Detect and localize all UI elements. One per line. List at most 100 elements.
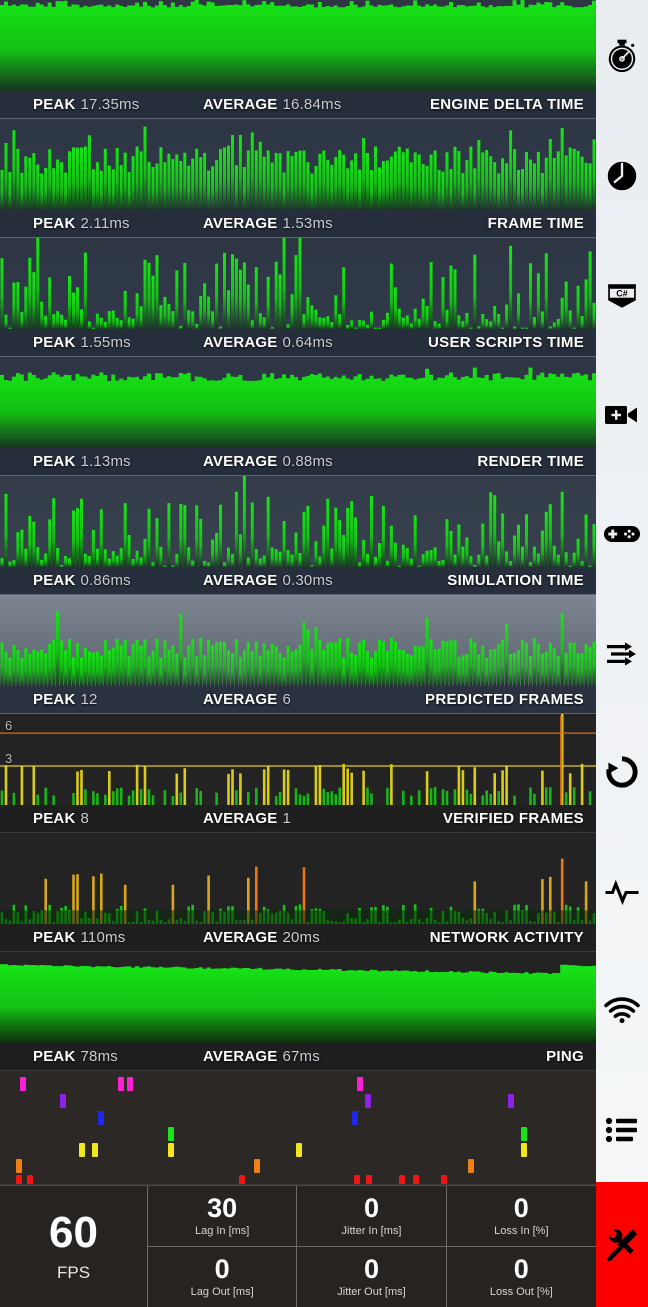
stat-cell-loss-out[interactable]: 0 Loss Out [%]: [447, 1247, 596, 1307]
panel-label-verified-frames: PEAK 8 AVERAGE 1 VERIFIED FRAMES: [0, 805, 596, 832]
wifi-icon: [604, 996, 640, 1024]
panel-title-network-activity: NETWORK ACTIVITY: [429, 929, 584, 946]
sidebar-item-list[interactable]: [596, 1104, 648, 1156]
event-marker-red: [27, 1175, 33, 1184]
peak-stat-frame-time: PEAK 2.11ms: [33, 215, 130, 232]
average-stat-verified-frames: AVERAGE 1: [203, 810, 291, 827]
event-marker-red: [366, 1175, 372, 1184]
peak-key: PEAK: [33, 96, 76, 113]
panel-label-user-scripts-time: PEAK 1.55ms AVERAGE 0.64ms USER SCRIPTS TIME: [0, 329, 596, 356]
panel-title-ping: PING: [546, 1048, 584, 1065]
sidebar-item-clock[interactable]: [596, 150, 648, 202]
sidebar-item-csharp[interactable]: C#: [596, 270, 648, 322]
svg-text:C#: C#: [616, 288, 627, 298]
stat-value: 30: [207, 1193, 238, 1224]
peak-value: 1.13ms: [80, 453, 131, 470]
average-value: 1.53ms: [282, 215, 333, 232]
peak-value: 2.11ms: [80, 215, 130, 232]
average-key: AVERAGE: [203, 334, 278, 351]
peak-stat-network-activity: PEAK 110ms: [33, 929, 125, 946]
sidebar-item-gamepad[interactable]: [596, 508, 648, 560]
panel-title-user-scripts-time: USER SCRIPTS TIME: [428, 334, 584, 351]
peak-key: PEAK: [33, 334, 76, 351]
average-stat-render-time: AVERAGE 0.88ms: [203, 453, 333, 470]
panel-label-simulation-time: PEAK 0.86ms AVERAGE 0.30ms SIMULATION TIME: [0, 567, 596, 594]
event-marker-yellow: [296, 1143, 302, 1157]
average-key: AVERAGE: [203, 96, 278, 113]
stat-label: Lag In [ms]: [194, 1225, 250, 1238]
network-arrows-icon: [604, 639, 640, 669]
event-marker-strip[interactable]: [0, 1071, 596, 1185]
axis-tick-verified-frames-0: 6: [5, 718, 13, 734]
stat-label: Jitter In [ms]: [341, 1225, 402, 1238]
graph-panel-user-scripts-time[interactable]: PEAK 1.55ms AVERAGE 0.64ms USER SCRIPTS TIME: [0, 238, 596, 357]
event-marker-orange: [468, 1159, 474, 1173]
graph-panel-network-activity[interactable]: PEAK 110ms AVERAGE 20ms NETWORK ACTIVITY: [0, 833, 596, 952]
panel-label-render-time: PEAK 1.13ms AVERAGE 0.88ms RENDER TIME: [0, 448, 596, 475]
average-key: AVERAGE: [203, 572, 278, 589]
event-marker-red: [354, 1175, 360, 1184]
average-value: 1: [282, 810, 292, 827]
gamepad-add-icon: [603, 522, 641, 546]
panel-label-network-activity: PEAK 110ms AVERAGE 20ms NETWORK ACTIVITY: [0, 924, 596, 951]
average-stat-network-activity: AVERAGE 20ms: [203, 929, 320, 946]
stat-cell-jitter-in-ms[interactable]: 0 Jitter In [ms]: [297, 1186, 447, 1247]
panel-title-simulation-time: SIMULATION TIME: [447, 572, 584, 589]
event-marker-blue: [352, 1111, 358, 1125]
peak-key: PEAK: [33, 691, 76, 708]
peak-key: PEAK: [33, 929, 76, 946]
sidebar-item-stopwatch[interactable]: [596, 30, 648, 82]
event-marker-yellow: [168, 1143, 174, 1157]
average-key: AVERAGE: [203, 691, 278, 708]
event-marker-purple: [365, 1094, 371, 1108]
event-marker-orange: [254, 1159, 260, 1173]
fps-value: 60: [49, 1207, 98, 1257]
graph-panel-verified-frames[interactable]: 6 3 PEAK 8 AVERAGE 1 VERIFIED FRAMES: [0, 714, 596, 833]
graph-panel-ping[interactable]: PEAK 78ms AVERAGE 67ms PING: [0, 952, 596, 1071]
graph-panel-frame-time[interactable]: PEAK 2.11ms AVERAGE 1.53ms FRAME TIME: [0, 119, 596, 238]
stat-cell-jitter-out-ms[interactable]: 0 Jitter Out [ms]: [297, 1246, 447, 1307]
event-marker-blue: [98, 1111, 104, 1125]
peak-stat-ping: PEAK 78ms: [33, 1048, 118, 1065]
tools-button[interactable]: [596, 1182, 648, 1307]
video-add-icon: [604, 400, 640, 430]
panel-title-frame-time: FRAME TIME: [487, 215, 584, 232]
sidebar-item-video[interactable]: [596, 389, 648, 441]
event-marker-red: [413, 1175, 419, 1184]
panel-label-engine-delta-time: PEAK 17.35ms AVERAGE 16.84ms ENGINE DELTA TI…: [0, 91, 596, 118]
peak-value: 110ms: [80, 929, 126, 946]
peak-key: PEAK: [33, 453, 76, 470]
average-value: 20ms: [282, 929, 320, 946]
average-key: AVERAGE: [203, 929, 278, 946]
event-marker-magenta: [118, 1077, 124, 1091]
graph-panel-engine-delta-time[interactable]: PEAK 17.35ms AVERAGE 16.84ms ENGINE DELTA TI…: [0, 0, 596, 119]
stat-label: Lag Out [ms]: [190, 1286, 254, 1299]
peak-value: 17.35ms: [80, 96, 140, 113]
sidebar-item-network[interactable]: [596, 628, 648, 680]
graph-panel-predicted-frames[interactable]: PEAK 12 AVERAGE 6 PREDICTED FRAMES: [0, 595, 596, 714]
stat-label: Loss Out [%]: [489, 1286, 553, 1299]
stat-cell-lag-out-ms[interactable]: 0 Lag Out [ms]: [148, 1246, 298, 1307]
list-icon: [605, 1116, 639, 1144]
panel-title-engine-delta-time: ENGINE DELTA TIME: [430, 96, 584, 113]
sidebar-item-pulse[interactable]: [596, 866, 648, 918]
event-marker-orange: [16, 1159, 22, 1173]
stat-cell-loss-in[interactable]: 0 Loss In [%]: [446, 1186, 596, 1247]
graph-panel-simulation-time[interactable]: PEAK 0.86ms AVERAGE 0.30ms SIMULATION TIME: [0, 476, 596, 595]
sidebar-item-wifi[interactable]: [596, 984, 648, 1036]
network-stats-grid: 30 Lag In [ms] 0 Jitter In [ms] 0 Loss In [%]…: [148, 1186, 596, 1307]
graph-panel-render-time[interactable]: PEAK 1.13ms AVERAGE 0.88ms RENDER TIME: [0, 357, 596, 476]
event-marker-magenta: [127, 1077, 133, 1091]
stat-cell-lag-in-ms[interactable]: 30 Lag In [ms]: [148, 1186, 298, 1247]
peak-stat-verified-frames: PEAK 8: [33, 810, 89, 827]
peak-value: 8: [80, 810, 90, 827]
peak-key: PEAK: [33, 572, 76, 589]
sidebar-item-reload[interactable]: [596, 746, 648, 798]
sidebar: C#: [596, 0, 648, 1307]
average-key: AVERAGE: [203, 810, 278, 827]
peak-key: PEAK: [33, 215, 76, 232]
event-marker-yellow: [92, 1143, 98, 1157]
peak-key: PEAK: [33, 810, 76, 827]
panel-title-render-time: RENDER TIME: [477, 453, 584, 470]
fps-box: 60 FPS: [0, 1186, 148, 1307]
